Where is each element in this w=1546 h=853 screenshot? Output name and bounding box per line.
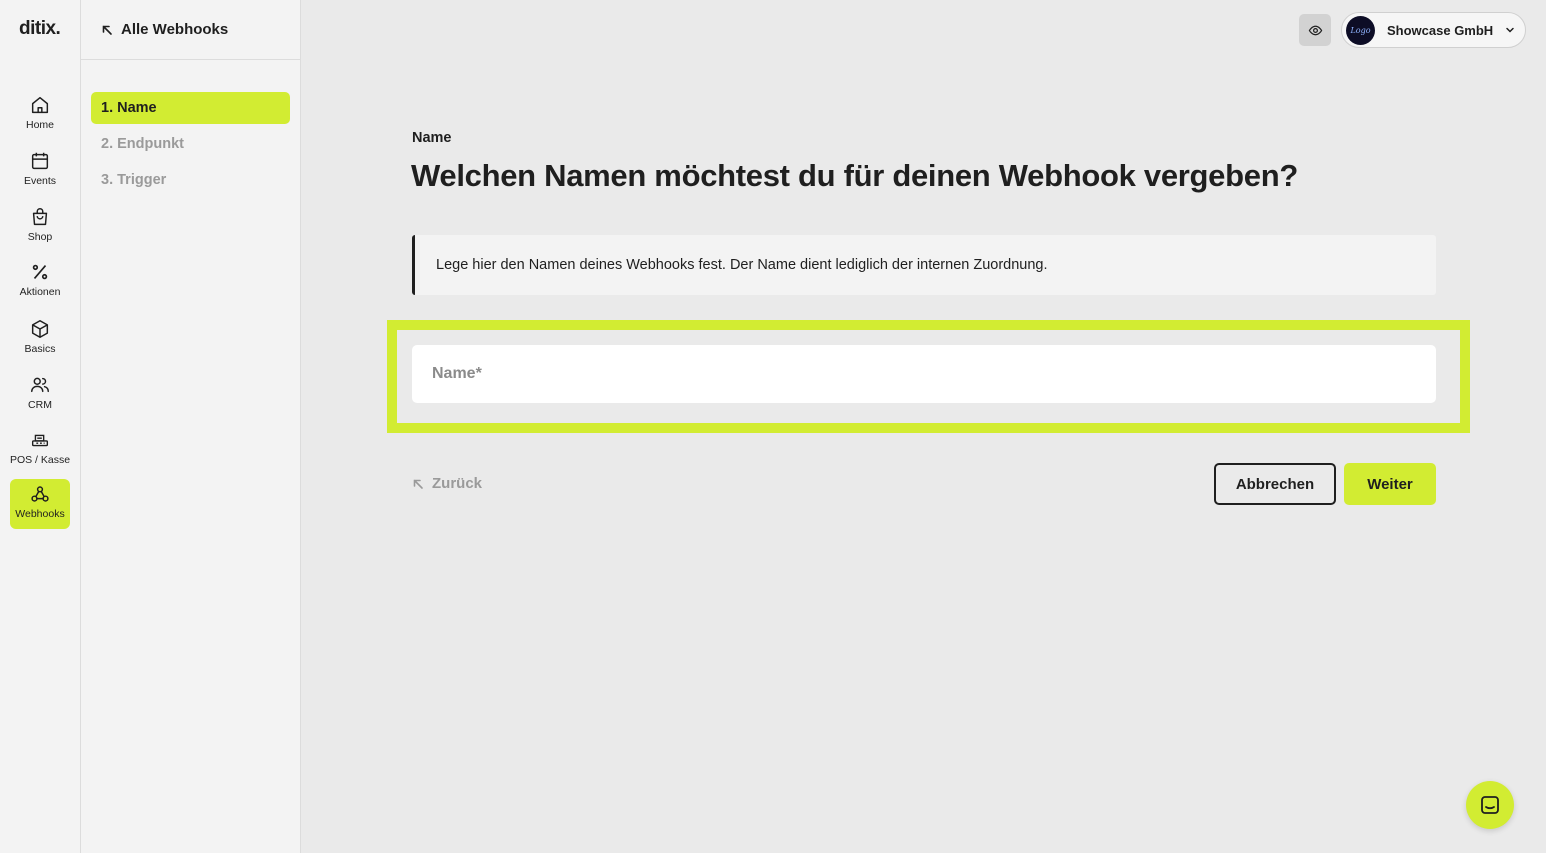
back-label: Zurück <box>432 475 483 492</box>
pos-terminal-icon <box>31 434 49 447</box>
all-webhooks-label: Alle Webhooks <box>121 21 229 38</box>
page-title: Welchen Namen möchtest du für deinen Web… <box>411 158 1298 193</box>
main-nav-rail: ditix. Home Events Shop Aktionen Basics … <box>0 0 81 853</box>
account-name: Showcase GmbH <box>1387 22 1494 38</box>
cancel-button[interactable]: Abbrechen <box>1214 463 1336 505</box>
nav-item-basics[interactable]: Basics <box>10 314 70 364</box>
chat-launcher-button[interactable] <box>1466 781 1514 829</box>
nav-item-pos-kasse[interactable]: POS / Kasse <box>10 425 70 475</box>
step-name[interactable]: 1. Name <box>91 92 290 124</box>
nav-item-label: Basics <box>24 343 56 355</box>
nav-item-events[interactable]: Events <box>10 146 70 196</box>
avatar: Logo <box>1346 15 1375 45</box>
nav-item-label: Shop <box>27 231 53 243</box>
steps-sidebar: Alle Webhooks 1. Name 2. Endpunkt 3. Tri… <box>81 0 301 853</box>
preview-button[interactable] <box>1299 14 1331 46</box>
home-icon <box>31 96 49 114</box>
nav-item-shop[interactable]: Shop <box>10 202 70 252</box>
all-webhooks-link[interactable]: Alle Webhooks <box>81 0 300 60</box>
nav-item-home[interactable]: Home <box>10 90 70 140</box>
nav-item-label: Aktionen <box>19 286 61 298</box>
chat-icon <box>1481 796 1499 814</box>
chevron-down-icon <box>1506 27 1514 33</box>
nav-item-label: Events <box>23 175 57 187</box>
percent-icon <box>32 264 48 280</box>
users-icon <box>31 377 49 393</box>
avatar-logo-text: Logo <box>1350 25 1371 35</box>
arrow-up-left-icon <box>413 479 423 489</box>
app-logo[interactable]: ditix. <box>19 18 61 40</box>
step-endpunkt[interactable]: 2. Endpunkt <box>91 128 290 160</box>
name-input[interactable] <box>412 345 1436 403</box>
nav-item-label: Webhooks <box>15 508 65 520</box>
nav-item-crm[interactable]: CRM <box>10 370 70 420</box>
account-switcher[interactable]: Logo Showcase GmbH <box>1341 12 1526 48</box>
webhook-icon <box>31 486 49 502</box>
step-trigger[interactable]: 3. Trigger <box>91 164 290 196</box>
nav-item-aktionen[interactable]: Aktionen <box>10 257 70 307</box>
back-link[interactable]: Zurück <box>412 475 482 492</box>
nav-item-label: Home <box>25 119 54 131</box>
nav-item-webhooks[interactable]: Webhooks <box>10 479 70 529</box>
box-icon <box>31 320 49 338</box>
shopping-bag-icon <box>32 208 48 226</box>
eye-icon <box>1308 25 1322 35</box>
section-eyebrow: Name <box>412 130 452 146</box>
info-note: Lege hier den Namen deines Webhooks fest… <box>412 235 1436 295</box>
calendar-icon <box>31 152 49 170</box>
nav-item-label: POS / Kasse <box>9 454 71 466</box>
next-button[interactable]: Weiter <box>1344 463 1436 505</box>
nav-item-label: CRM <box>28 399 52 411</box>
arrow-up-left-icon <box>102 25 112 35</box>
